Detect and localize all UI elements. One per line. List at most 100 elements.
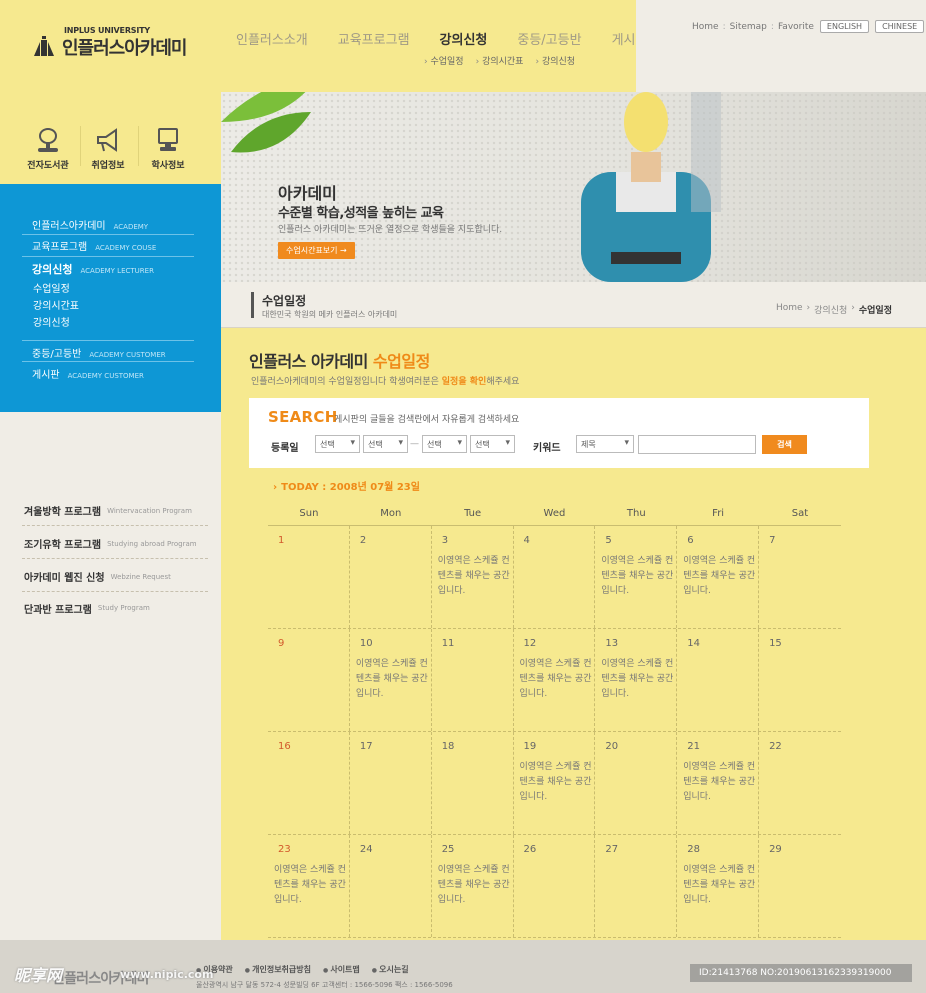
search-title: SEARCH	[268, 408, 338, 426]
calendar-event-text[interactable]: 이영역은 스케쥴 컨텐츠를 채우는 공간입니다.	[601, 657, 673, 702]
calendar-event-text[interactable]: 이영역은 스케쥴 컨텐츠를 채우는 공간입니다.	[356, 657, 428, 702]
lnb-item-highschool[interactable]: 중등/고등반 ACADEMY CUSTOMER	[22, 345, 194, 360]
calendar-day-cell[interactable]: 20	[595, 732, 678, 834]
calendar-day-cell[interactable]: 24	[350, 835, 432, 937]
quick-item-academic[interactable]: 학사정보	[140, 126, 196, 171]
calendar-day-cell[interactable]: 26	[514, 835, 596, 937]
calendar-day-cell[interactable]: 27	[595, 835, 678, 937]
calendar-day-cell[interactable]: 22	[759, 732, 841, 834]
calendar-day-cell[interactable]: 25 이영역은 스케쥴 컨텐츠를 채우는 공간입니다.	[432, 835, 514, 937]
footer-link-sitemap[interactable]: 사이트맵	[323, 964, 359, 975]
lnb-item-academy[interactable]: 인플러스아카데미 ACADEMY	[22, 217, 194, 232]
banner-abroad-program[interactable]: 조기유학 프로그램 Studying abroad Program	[22, 529, 208, 559]
calendar-day-cell[interactable]: 10 이영역은 스케쥴 컨텐츠를 채우는 공간입니다.	[350, 629, 432, 731]
breadcrumb-lecture[interactable]: 강의신청	[814, 303, 847, 316]
breadcrumb-home[interactable]: Home	[776, 303, 803, 316]
lnb-item-lecture[interactable]: 강의신청 ACADEMY LECTURER	[22, 261, 194, 277]
visual-subtitle: 수준별 학습,성적을 높히는 교육	[278, 206, 444, 221]
calendar-event-text[interactable]: 이영역은 스케쥴 컨텐츠를 채우는 공간입니다.	[683, 760, 755, 805]
sub-nav-apply[interactable]: 강의신청	[535, 54, 575, 67]
date-select-1[interactable]: 선택	[315, 435, 360, 453]
calendar-day-cell[interactable]: 13 이영역은 스케쥴 컨텐츠를 채우는 공간입니다.	[595, 629, 678, 731]
date-label: 등록일	[271, 443, 299, 454]
chinese-button[interactable]: CHINESE	[875, 20, 925, 33]
lnb-sub-schedule[interactable]: 수업일정	[33, 280, 70, 295]
search-note: 게시판의 글들을 검색란에서 자유롭게 검색하세요	[334, 415, 520, 425]
banner-study-program[interactable]: 단과반 프로그램 Study Program	[22, 593, 208, 623]
quick-item-library[interactable]: 전자도서관	[20, 126, 76, 171]
calendar-day-cell[interactable]: 12 이영역은 스케쥴 컨텐츠를 채우는 공간입니다.	[514, 629, 596, 731]
date-select-2[interactable]: 선택	[363, 435, 408, 453]
calendar-event-text[interactable]: 이영역은 스케쥴 컨텐츠를 채우는 공간입니다.	[683, 554, 755, 599]
keyword-input[interactable]	[638, 435, 756, 454]
sub-nav-timetable[interactable]: 강의시간표	[476, 54, 523, 67]
sub-nav-schedule[interactable]: 수업일정	[424, 54, 463, 67]
calendar-day-cell[interactable]: 9	[268, 629, 350, 731]
lnb-divider	[22, 340, 194, 341]
calendar-day-number: 3	[441, 535, 449, 546]
lnb-sub-apply[interactable]: 강의신청	[33, 314, 70, 329]
calendar-day-cell[interactable]: 19 이영역은 스케쥴 컨텐츠를 채우는 공간입니다.	[514, 732, 596, 834]
gnb-item-highschool[interactable]: 중등/고등반	[517, 29, 581, 48]
lnb-item-board[interactable]: 게시판 ACADEMY CUSTOMER	[22, 366, 194, 381]
date-select-3[interactable]: 선택	[422, 435, 467, 453]
calendar-day-number: 1	[278, 535, 285, 546]
calendar-day-cell[interactable]: 17	[350, 732, 432, 834]
util-favorite-link[interactable]: Favorite	[778, 22, 814, 32]
lnb-item-program[interactable]: 교육프로그램 ACADEMY COUSE	[22, 238, 194, 253]
calendar-event-text[interactable]: 이영역은 스케쥴 컨텐츠를 채우는 공간입니다.	[438, 554, 510, 599]
calendar-day-number: 20	[605, 741, 619, 752]
weekday-tue: Tue	[464, 508, 482, 519]
calendar-day-cell[interactable]: 5 이영역은 스케쥴 컨텐츠를 채우는 공간입니다.	[595, 526, 678, 628]
calendar-day-cell[interactable]: 6 이영역은 스케쥴 컨텐츠를 채우는 공간입니다.	[677, 526, 760, 628]
quick-item-jobs[interactable]: 취업정보	[80, 126, 136, 171]
gnb-item-lecture[interactable]: 강의신청	[440, 29, 488, 48]
calendar-day-cell[interactable]: 3 이영역은 스케쥴 컨텐츠를 채우는 공간입니다.	[432, 526, 514, 628]
gnb-item-intro[interactable]: 인플러스소개	[236, 29, 308, 48]
calendar-day-cell[interactable]: 23 이영역은 스케쥴 컨텐츠를 채우는 공간입니다.	[268, 835, 350, 937]
util-home-link[interactable]: Home	[692, 22, 719, 32]
calendar-day-number: 6	[687, 535, 694, 546]
calendar-day-number: 21	[687, 741, 700, 752]
keyword-field-select[interactable]: 제목	[576, 435, 634, 453]
lnb-sub-timetable[interactable]: 강의시간표	[33, 297, 79, 312]
calendar-event-text[interactable]: 이영역은 스케쥴 컨텐츠를 채우는 공간입니다.	[601, 554, 673, 599]
calendar-event-text[interactable]: 이영역은 스케쥴 컨텐츠를 채우는 공간입니다.	[520, 657, 592, 702]
banner-en-label: Wintervacation Program	[107, 506, 192, 515]
calendar-day-number: 11	[441, 638, 455, 649]
banner-webzine[interactable]: 아카데미 웹진 신청 Webzine Request	[22, 562, 208, 592]
calendar-day-cell[interactable]: 21 이영역은 스케쥴 컨텐츠를 채우는 공간입니다.	[677, 732, 760, 834]
lnb-item-en-label: ACADEMY COUSE	[95, 244, 157, 252]
calendar-day-cell[interactable]: 11	[432, 629, 514, 731]
today-label: TODAY : 2008년 07월 23일	[273, 478, 420, 493]
footer-link-privacy[interactable]: 개인정보취급방침	[245, 964, 311, 975]
banner-winter-program[interactable]: 겨울방학 프로그램 Wintervacation Program	[22, 496, 208, 526]
banner-label: 단과반 프로그램	[24, 604, 92, 616]
calendar-day-cell[interactable]: 29	[759, 835, 841, 937]
calendar-day-cell[interactable]: 1	[268, 526, 350, 628]
gnb-item-program[interactable]: 교육프로그램	[338, 29, 410, 48]
calendar-event-text[interactable]: 이영역은 스케쥴 컨텐츠를 채우는 공간입니다.	[683, 863, 755, 908]
header-yellow-panel: INPLUS UNIVERSITY 인플러스아카데미 인플러스소개 교육프로그램…	[0, 0, 647, 92]
search-button[interactable]: 검색	[762, 435, 807, 454]
calendar-day-cell[interactable]: 4	[514, 526, 596, 628]
calendar-day-cell[interactable]: 15	[759, 629, 841, 731]
lnb-item-label: 교육프로그램	[32, 242, 88, 253]
calendar-day-cell[interactable]: 14	[677, 629, 760, 731]
timetable-button[interactable]: 수업시간표보기 →	[278, 242, 355, 259]
calendar-day-cell[interactable]: 16	[268, 732, 350, 834]
calendar-day-cell[interactable]: 7	[759, 526, 841, 628]
util-sitemap-link[interactable]: Sitemap	[730, 22, 767, 32]
date-select-4[interactable]: 선택	[470, 435, 515, 453]
footer-link-directions[interactable]: 오시는길	[372, 964, 408, 975]
header: INPLUS UNIVERSITY 인플러스아카데미 인플러스소개 교육프로그램…	[0, 0, 926, 92]
calendar-day-cell[interactable]: 18	[432, 732, 514, 834]
calendar-day-cell[interactable]: 28 이영역은 스케쥴 컨텐츠를 채우는 공간입니다.	[677, 835, 760, 937]
calendar-day-cell[interactable]: 2	[350, 526, 432, 628]
lnb-item-en-label: ACADEMY CUSTOMER	[67, 372, 144, 380]
calendar-event-text[interactable]: 이영역은 스케쥴 컨텐츠를 채우는 공간입니다.	[274, 863, 346, 908]
calendar-event-text[interactable]: 이영역은 스케쥴 컨텐츠를 채우는 공간입니다.	[520, 760, 592, 805]
english-button[interactable]: ENGLISH	[819, 20, 870, 33]
calendar-event-text[interactable]: 이영역은 스케쥴 컨텐츠를 채우는 공간입니다.	[438, 863, 510, 908]
calendar-day-number: 19	[523, 741, 537, 752]
